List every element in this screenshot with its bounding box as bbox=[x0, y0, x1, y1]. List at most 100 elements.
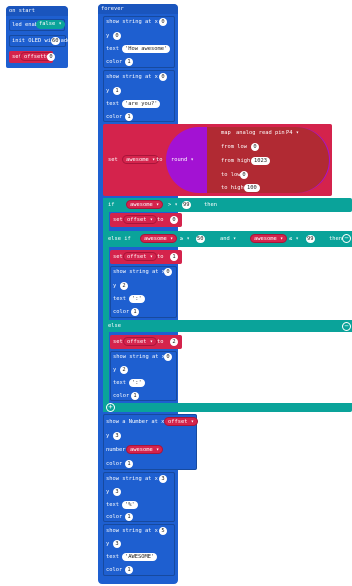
color-input[interactable]: 1 bbox=[125, 513, 133, 521]
awesome-var-dropdown[interactable]: awesome ▾ bbox=[122, 155, 160, 164]
color-input[interactable]: 1 bbox=[125, 566, 133, 574]
color-label: color bbox=[106, 567, 123, 573]
color-label: color bbox=[106, 461, 123, 467]
color-label: color bbox=[106, 514, 123, 520]
oled-addr-input[interactable]: 60 bbox=[51, 37, 60, 45]
awesome-var-dropdown[interactable]: awesome ▾ bbox=[126, 200, 164, 209]
text-input[interactable]: ':' bbox=[129, 295, 145, 303]
minus-circle-icon[interactable]: − bbox=[342, 322, 351, 331]
to-high-input[interactable]: 100 bbox=[244, 184, 260, 192]
to-label: to bbox=[157, 339, 164, 345]
y-input[interactable]: 1 bbox=[113, 87, 121, 95]
y-label: y bbox=[106, 489, 110, 495]
on-start-label: on start bbox=[9, 8, 35, 14]
offset-var-dropdown[interactable]: offset ▾ bbox=[164, 417, 198, 426]
y-input[interactable]: 3 bbox=[113, 432, 121, 440]
text-input[interactable]: '%' bbox=[122, 501, 138, 509]
from-high-input[interactable]: 1023 bbox=[251, 157, 270, 165]
x-input[interactable]: 0 bbox=[159, 18, 167, 26]
map-label: map bbox=[221, 130, 231, 136]
color-input[interactable]: 1 bbox=[125, 460, 133, 468]
round-dropdown[interactable]: round ▾ bbox=[171, 156, 194, 164]
y-input[interactable]: 3 bbox=[113, 488, 121, 496]
text-label: text bbox=[106, 46, 119, 52]
text-input[interactable]: ':' bbox=[129, 379, 145, 387]
y-input[interactable]: 2 bbox=[120, 366, 128, 374]
color-input[interactable]: 1 bbox=[125, 58, 133, 66]
set-label: set bbox=[113, 254, 123, 260]
forever-label: forever bbox=[101, 6, 124, 12]
offset-var-dropdown[interactable]: offset ▾ bbox=[123, 252, 157, 261]
awesome-var-dropdown[interactable]: awesome ▾ bbox=[126, 445, 164, 454]
text-label: text bbox=[106, 502, 119, 508]
set-value-input[interactable]: 2 bbox=[170, 338, 178, 346]
awesome-var-dropdown[interactable]: awesome ▾ bbox=[250, 234, 288, 243]
show-string-label: show string at x bbox=[106, 528, 158, 534]
show-number-label: show a Number at x bbox=[106, 419, 165, 425]
y-label: y bbox=[113, 367, 117, 373]
to-high-label: to high bbox=[221, 185, 244, 191]
to-low-input[interactable]: 0 bbox=[240, 171, 248, 179]
pin-dropdown[interactable]: P4 ▾ bbox=[286, 129, 299, 137]
set-value-input[interactable]: 0 bbox=[170, 216, 178, 224]
y-input[interactable]: 2 bbox=[120, 282, 128, 290]
x-input[interactable]: 0 bbox=[164, 268, 172, 276]
offset-var-dropdown[interactable]: offset ▾ bbox=[123, 215, 157, 224]
text-label: text bbox=[113, 380, 126, 386]
compare-op-dropdown[interactable]: > ▾ bbox=[168, 201, 178, 209]
else-label: else bbox=[108, 323, 121, 329]
color-input[interactable]: 1 bbox=[125, 113, 133, 121]
y-label: y bbox=[106, 433, 110, 439]
color-input[interactable]: 1 bbox=[131, 392, 139, 400]
text-input[interactable]: 'are you?' bbox=[122, 100, 161, 108]
plus-circle-icon[interactable]: + bbox=[106, 403, 115, 412]
else-bar[interactable] bbox=[103, 320, 352, 332]
y-input[interactable]: 3 bbox=[113, 540, 121, 548]
then-label: then bbox=[204, 202, 217, 208]
x-input[interactable]: 0 bbox=[159, 73, 167, 81]
show-string-label: show string at x bbox=[106, 19, 158, 25]
x-input[interactable]: 5 bbox=[159, 527, 167, 535]
compare-op-dropdown[interactable]: ≤ ▾ bbox=[289, 235, 299, 243]
compare-value-input[interactable]: 50 bbox=[196, 235, 205, 243]
text-label: text bbox=[113, 296, 126, 302]
minus-circle-icon[interactable]: − bbox=[342, 234, 351, 243]
to-label: to bbox=[157, 254, 164, 260]
color-label: color bbox=[113, 309, 130, 315]
init-oled-label: init OLED with addr bbox=[12, 38, 74, 44]
show-string-label: show string at x bbox=[113, 354, 165, 360]
from-high-label: from high bbox=[221, 158, 251, 164]
compare-value-input[interactable]: 99 bbox=[306, 235, 315, 243]
color-input[interactable]: 1 bbox=[131, 308, 139, 316]
set-label: set bbox=[113, 217, 123, 223]
compare-op-dropdown[interactable]: ≥ ▾ bbox=[180, 235, 190, 243]
from-low-input[interactable]: 0 bbox=[251, 143, 259, 151]
analog-read-pin-label: analog read pin bbox=[236, 130, 285, 136]
text-label: text bbox=[106, 554, 119, 560]
x-input[interactable]: 0 bbox=[164, 353, 172, 361]
text-input[interactable]: 'AWESOME' bbox=[122, 553, 158, 561]
text-label: text bbox=[106, 101, 119, 107]
color-label: color bbox=[113, 393, 130, 399]
else-if-label: else if bbox=[108, 236, 131, 242]
then-label: then bbox=[329, 236, 342, 242]
show-string-label: show string at x bbox=[113, 269, 165, 275]
set-value-input[interactable]: 1 bbox=[170, 253, 178, 261]
to-low-label: to low bbox=[221, 172, 241, 178]
y-label: y bbox=[106, 541, 110, 547]
x-input[interactable]: 3 bbox=[159, 475, 167, 483]
led-enable-dropdown[interactable]: false ▾ bbox=[36, 20, 65, 29]
offset-value-input[interactable]: 0 bbox=[47, 53, 55, 61]
offset-var-dropdown[interactable]: offset ▾ bbox=[123, 337, 157, 346]
y-label: y bbox=[113, 283, 117, 289]
compare-value-input[interactable]: 99 bbox=[182, 201, 191, 209]
text-input[interactable]: 'How awesome' bbox=[122, 45, 171, 53]
show-string-label: show string at x bbox=[106, 476, 158, 482]
set-label: set bbox=[108, 157, 118, 163]
awesome-var-dropdown[interactable]: awesome ▾ bbox=[140, 234, 178, 243]
show-string-label: show string at x bbox=[106, 74, 158, 80]
and-dropdown[interactable]: and ▾ bbox=[220, 235, 236, 243]
y-label: y bbox=[106, 33, 110, 39]
if-block-footer[interactable] bbox=[103, 403, 352, 412]
y-input[interactable]: 0 bbox=[113, 32, 121, 40]
